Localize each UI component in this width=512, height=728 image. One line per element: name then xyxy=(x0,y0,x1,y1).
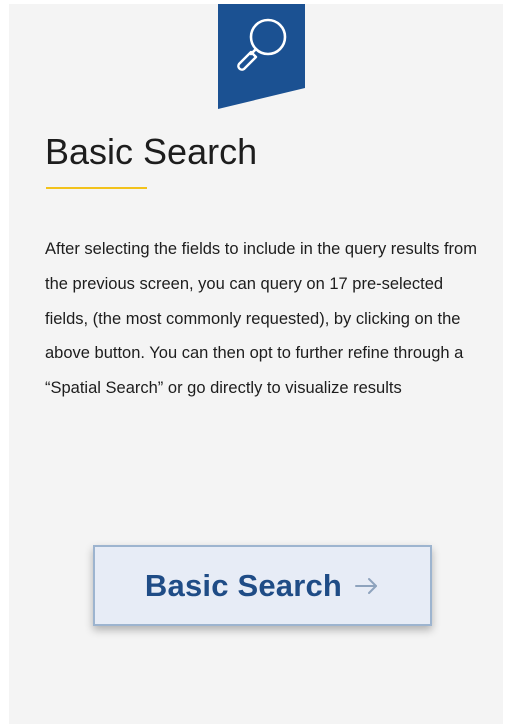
basic-search-card: Basic Search After selecting the fields … xyxy=(9,4,503,724)
search-icon xyxy=(237,18,287,71)
arrow-right-icon xyxy=(355,577,378,594)
basic-search-button-label: Basic Search xyxy=(144,567,343,603)
basic-search-button[interactable]: Basic Search xyxy=(93,545,432,626)
title-underline xyxy=(46,187,147,189)
card-title: Basic Search xyxy=(45,131,258,172)
card-description: After selecting the fields to include in… xyxy=(45,240,477,398)
icon-ribbon xyxy=(218,4,305,109)
